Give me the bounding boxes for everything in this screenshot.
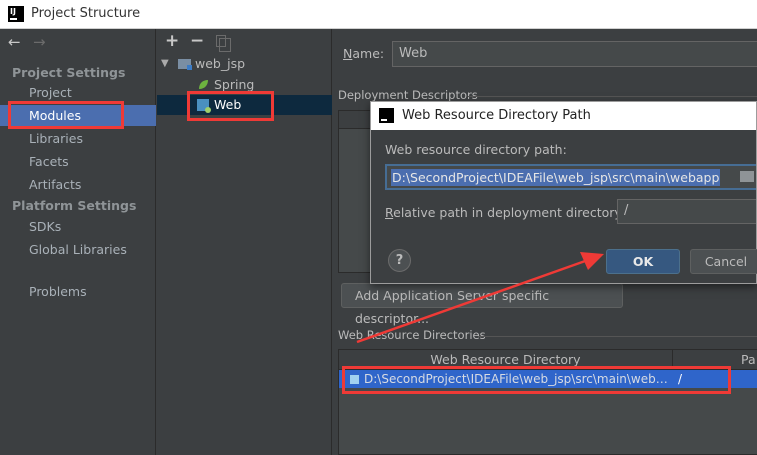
column-header-path[interactable]: Pa — [741, 350, 756, 370]
name-input[interactable]: Web — [392, 41, 757, 67]
nav-item-libraries[interactable]: Libraries — [0, 128, 156, 149]
tree-node-label: web_jsp — [195, 56, 246, 71]
directory-icon — [350, 375, 359, 384]
back-arrow-icon[interactable]: ← — [8, 33, 21, 51]
module-folder-icon — [178, 59, 192, 70]
window-title: Project Structure — [31, 6, 141, 21]
nav-item-project[interactable]: Project — [0, 82, 156, 103]
settings-nav: ← → Project Settings Project Modules Lib… — [0, 29, 156, 455]
dialog-titlebar: Web Resource Directory Path — [371, 102, 756, 130]
expand-triangle-icon[interactable]: ▼ — [161, 54, 169, 74]
table-header — [339, 111, 372, 129]
tree-node-spring[interactable]: Spring — [157, 75, 332, 95]
section-divider — [468, 96, 757, 97]
tree-node-web-jsp[interactable]: ▼ web_jsp — [157, 54, 332, 74]
table-header: Web Resource Directory Pa — [339, 350, 757, 370]
web-resource-directory-dialog: Web Resource Directory Path Web resource… — [370, 101, 757, 284]
relative-path-input[interactable]: / — [617, 199, 756, 224]
resource-path-value: D:\SecondProject\IDEAFile\web_jsp\src\ma… — [391, 169, 721, 186]
nav-item-artifacts[interactable]: Artifacts — [0, 174, 156, 195]
add-icon[interactable]: + — [165, 31, 179, 51]
add-server-descriptor-button[interactable]: Add Application Server specific descript… — [341, 283, 623, 326]
module-tree-panel: + − ▼ web_jsp Spring Web — [157, 29, 332, 455]
spring-leaf-icon — [199, 80, 208, 89]
tree-toolbar: + − — [157, 29, 332, 53]
intellij-app-icon: IJ — [8, 6, 24, 22]
tree-node-label: Web — [214, 97, 242, 112]
nav-item-global-libraries[interactable]: Global Libraries — [0, 239, 156, 260]
section-divider — [478, 336, 757, 337]
tree-node-web[interactable]: Web — [157, 95, 332, 115]
nav-item-facets[interactable]: Facets — [0, 151, 156, 172]
resource-path-label: Web resource directory path: — [385, 142, 567, 157]
path-cell[interactable]: / — [678, 370, 682, 388]
dialog-title: Web Resource Directory Path — [402, 108, 591, 123]
ok-button[interactable]: OK — [606, 249, 680, 274]
nav-item-modules[interactable]: Modules — [0, 105, 156, 126]
platform-settings-header: Platform Settings — [12, 198, 137, 213]
copy-icon[interactable] — [216, 35, 231, 52]
web-resource-directories-table[interactable]: Web Resource Directory Pa D:\SecondProje… — [338, 349, 757, 455]
column-header-directory[interactable]: Web Resource Directory — [339, 350, 673, 370]
nav-item-sdks[interactable]: SDKs — [0, 216, 156, 237]
resource-path-input[interactable]: D:\SecondProject\IDEAFile\web_jsp\src\ma… — [385, 164, 756, 190]
cancel-button[interactable]: Cancel — [690, 249, 757, 274]
intellij-app-icon — [379, 108, 394, 123]
tree-node-label: Spring — [214, 77, 255, 92]
help-button[interactable]: ? — [388, 249, 411, 272]
web-resource-directories-label: Web Resource Directories — [338, 328, 486, 342]
relative-path-label: Relative path in deployment directory: — [385, 205, 626, 220]
forward-arrow-icon[interactable]: → — [33, 33, 46, 51]
window-titlebar: IJ Project Structure — [0, 0, 757, 29]
deployment-descriptors-table[interactable] — [338, 110, 373, 273]
table-row[interactable]: D:\SecondProject\IDEAFile\web_jsp\src\ma… — [339, 370, 757, 388]
deployment-descriptors-label: Deployment Descriptors — [338, 88, 478, 102]
remove-icon[interactable]: − — [190, 31, 204, 51]
web-facet-icon — [197, 99, 211, 113]
project-settings-header: Project Settings — [12, 65, 126, 80]
nav-item-problems[interactable]: Problems — [0, 281, 156, 302]
directory-cell[interactable]: D:\SecondProject\IDEAFile\web_jsp\src\ma… — [350, 370, 672, 388]
browse-folder-icon[interactable] — [740, 171, 754, 182]
name-label: Name: — [343, 46, 385, 61]
